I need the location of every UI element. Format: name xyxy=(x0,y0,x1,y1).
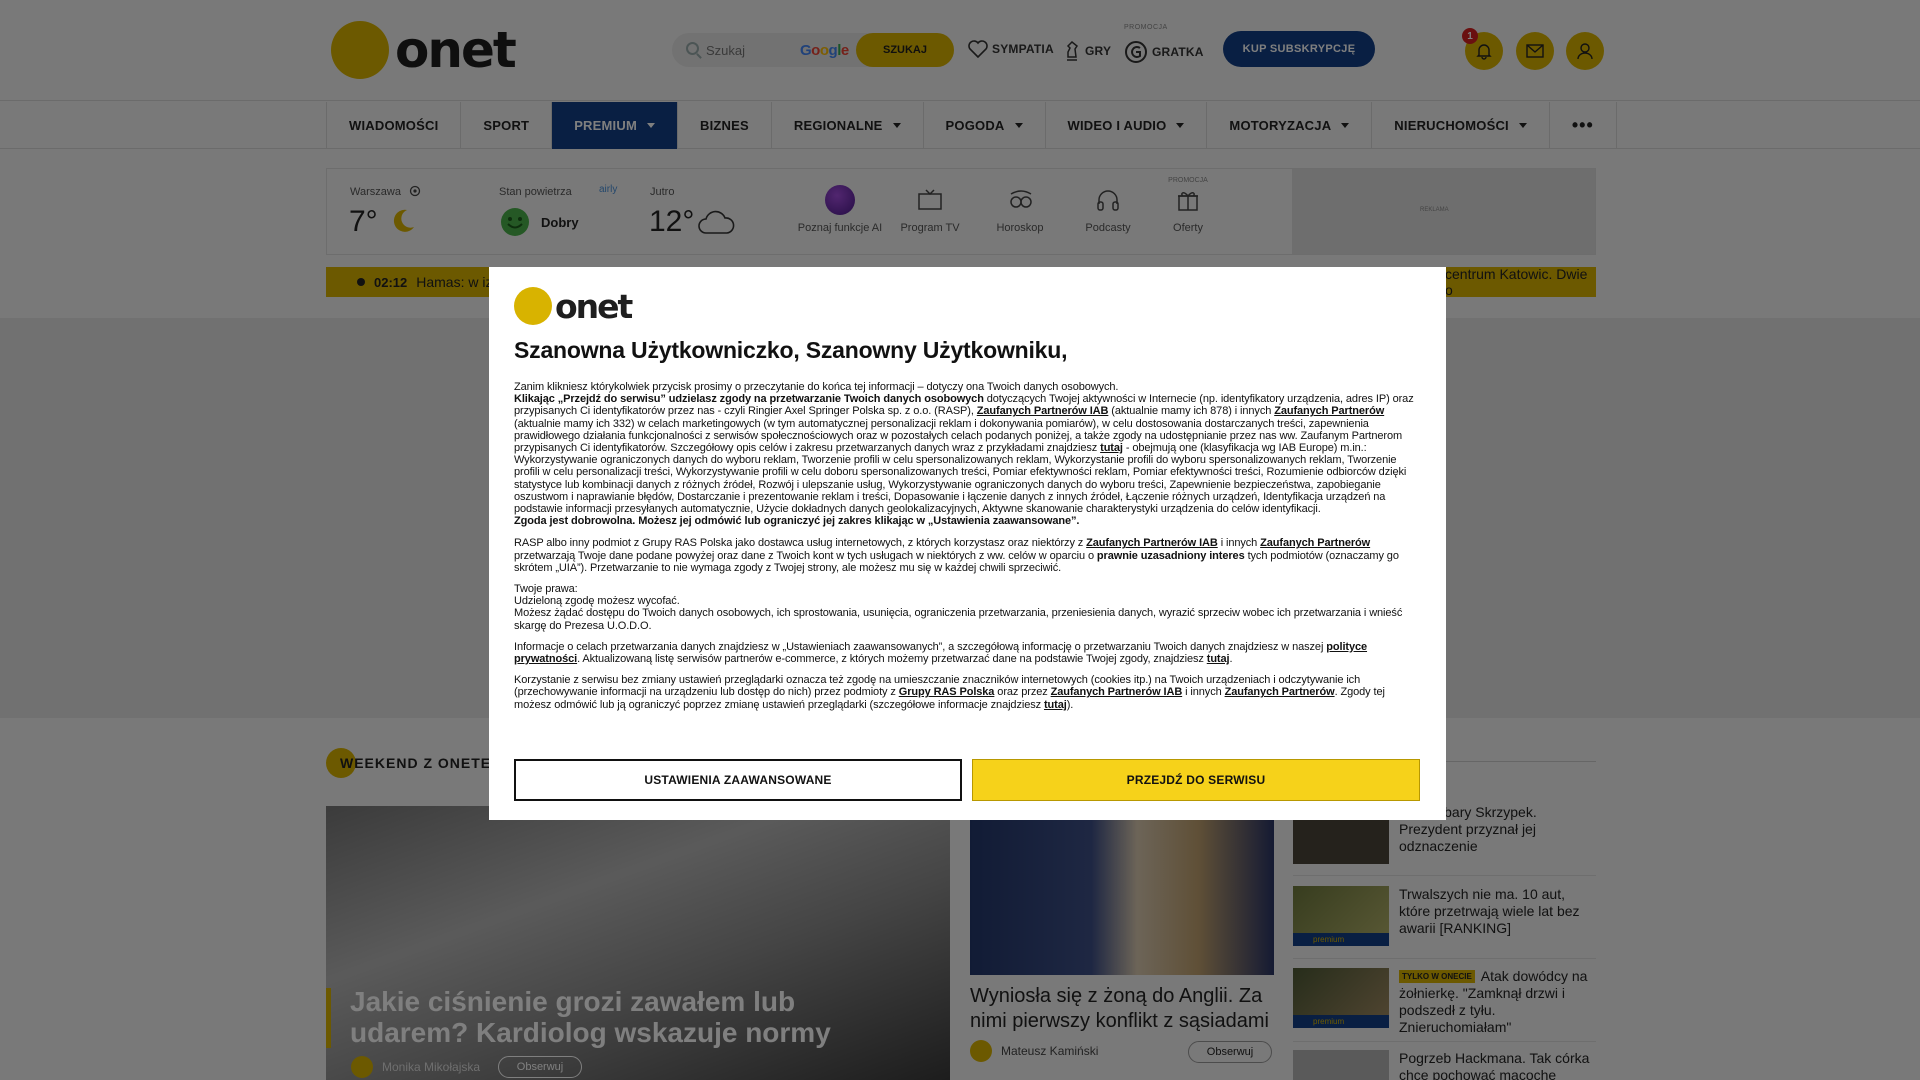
consent-dialog: onet Szanowna Użytkowniczko, Szanowny Uż… xyxy=(489,267,1446,820)
rights-text: Możesz żądać dostępu do Twoich danych os… xyxy=(514,607,1403,632)
partners-link[interactable]: Zaufanych Partnerów xyxy=(1225,686,1335,698)
cookie-details-link[interactable]: tutaj xyxy=(1044,699,1067,711)
consent-text: . Aktualizowaną listę serwisów partnerów… xyxy=(577,653,1207,666)
consent-intro: Zanim klikniesz którykolwiek przycisk pr… xyxy=(514,381,1119,393)
consent-text: Informacje o celach przetwarzania danych… xyxy=(514,640,1327,653)
consent-text: RASP albo inny podmiot z Grupy RAS Polsk… xyxy=(514,537,1087,550)
iab-partners-link[interactable]: Zaufanych Partnerów IAB xyxy=(977,405,1109,417)
advanced-settings-button[interactable]: USTAWIENIA ZAAWANSOWANE xyxy=(514,759,962,801)
consent-text: i innych xyxy=(1182,686,1225,699)
consent-text: . xyxy=(1229,653,1233,666)
consent-text: oraz przez xyxy=(994,686,1051,699)
consent-text: (aktualnie mamy ich 878) i innych xyxy=(1108,405,1275,418)
ras-group-link[interactable]: Grupy RAS Polska xyxy=(899,686,995,698)
logo-text: onet xyxy=(555,286,633,326)
partners-link[interactable]: Zaufanych Partnerów xyxy=(1260,537,1370,549)
rights-text: Udzieloną zgodę możesz wycofać. xyxy=(514,595,680,608)
logo-dot xyxy=(514,287,552,325)
rights-title: Twoje prawa: xyxy=(514,583,578,596)
consent-text: przetwarzają Twoje dane podane powyżej o… xyxy=(514,549,1097,562)
iab-partners-link[interactable]: Zaufanych Partnerów IAB xyxy=(1086,537,1218,549)
consent-text: ). xyxy=(1066,698,1074,711)
go-to-site-button[interactable]: PRZEJDŹ DO SERWISU xyxy=(972,759,1420,801)
details-link[interactable]: tutaj xyxy=(1100,442,1123,454)
iab-partners-link[interactable]: Zaufanych Partnerów IAB xyxy=(1051,686,1183,698)
ecommerce-list-link[interactable]: tutaj xyxy=(1207,653,1230,665)
modal-logo: onet xyxy=(514,286,633,326)
consent-bold: Zgoda jest dobrowolna. Możesz jej odmówi… xyxy=(514,515,1080,528)
consent-bold: prawnie uzasadniony interes xyxy=(1096,549,1245,562)
partners-link[interactable]: Zaufanych Partnerów xyxy=(1274,405,1384,417)
consent-bold: Klikając „Przejdź do serwisu” udzielasz … xyxy=(514,393,984,406)
consent-title: Szanowna Użytkowniczko, Szanowny Użytkow… xyxy=(514,337,1068,363)
consent-body: Zanim klikniesz którykolwiek przycisk pr… xyxy=(514,381,1424,720)
consent-text: i innych xyxy=(1217,537,1261,550)
